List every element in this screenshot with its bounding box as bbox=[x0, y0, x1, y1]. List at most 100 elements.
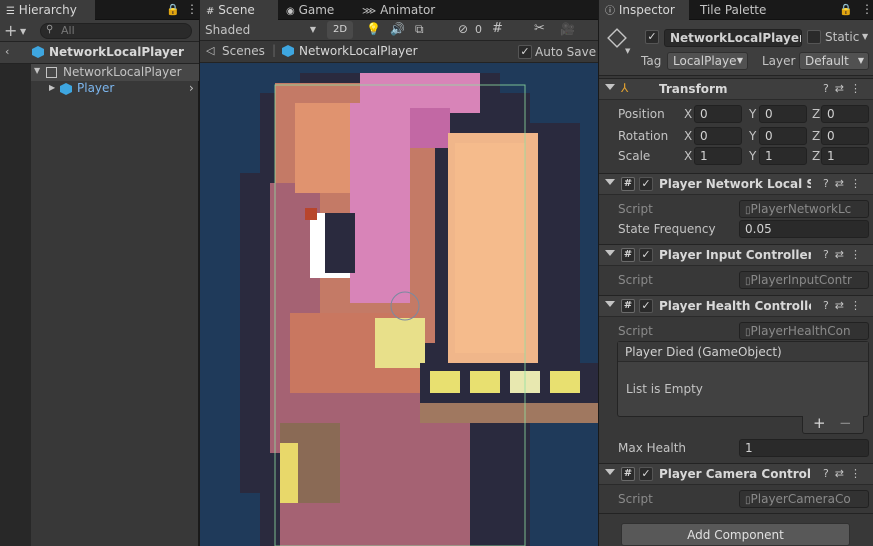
position-y-field[interactable]: 0 bbox=[759, 105, 807, 123]
add-event-button[interactable]: + bbox=[813, 414, 826, 432]
more-menu-icon[interactable]: ⋮ bbox=[861, 2, 873, 16]
chevron-down-icon[interactable]: ▼ bbox=[34, 66, 40, 75]
state-frequency-label: State Frequency bbox=[618, 222, 716, 236]
lock-icon[interactable]: 🔒 bbox=[166, 3, 180, 16]
enabled-checkbox[interactable]: ✓ bbox=[639, 467, 653, 481]
tab-hierarchy[interactable]: ☰ Hierarchy bbox=[0, 0, 95, 20]
tree-item-root[interactable]: ▼ NetworkLocalPlayer bbox=[31, 64, 199, 81]
state-frequency-field[interactable]: 0.05 bbox=[739, 220, 869, 238]
script-field[interactable]: ▯PlayerInputContr bbox=[739, 271, 869, 289]
tab-tile-palette[interactable]: Tile Palette bbox=[694, 0, 784, 20]
unity-event-box: Player Died (GameObject) List is Empty bbox=[617, 341, 869, 417]
chevron-down-icon: ▼ bbox=[857, 56, 864, 65]
camera-icon[interactable]: 🎥 bbox=[560, 22, 575, 36]
lock-icon[interactable]: 🔒 bbox=[839, 3, 853, 16]
back-arrow-icon[interactable]: ‹ bbox=[5, 45, 9, 58]
position-x-field[interactable]: 0 bbox=[694, 105, 742, 123]
component-actions[interactable]: ?⇄⋮ bbox=[823, 248, 867, 261]
component-actions[interactable]: ?⇄⋮ bbox=[823, 299, 867, 312]
chevron-right-icon[interactable]: ▶ bbox=[49, 83, 55, 92]
auto-save-checkbox[interactable]: ✓ bbox=[518, 45, 532, 59]
tab-animator[interactable]: ⋙ Animator bbox=[356, 0, 446, 20]
static-label: Static bbox=[825, 30, 860, 44]
scale-z-field[interactable]: 1 bbox=[821, 147, 869, 165]
layer-dropdown[interactable]: Default ▼ bbox=[799, 52, 869, 70]
foldout-arrow-icon[interactable] bbox=[605, 84, 615, 90]
mode-2d-toggle[interactable]: 2D bbox=[327, 21, 353, 39]
component-actions[interactable]: ?⇄⋮ bbox=[823, 467, 867, 480]
script-icon: # bbox=[621, 248, 635, 262]
prefab-icon bbox=[32, 46, 44, 58]
foldout-arrow-icon[interactable] bbox=[605, 250, 615, 256]
animator-icon: ⋙ bbox=[362, 6, 377, 17]
script-label: Script bbox=[618, 492, 653, 506]
position-label: Position bbox=[618, 107, 665, 121]
remove-event-button[interactable]: − bbox=[839, 414, 852, 432]
create-button[interactable]: + ▼ bbox=[4, 21, 26, 40]
search-input[interactable]: ⚲ All bbox=[40, 23, 192, 39]
transform-header[interactable]: ⅄ Transform ?⇄⋮ bbox=[599, 78, 873, 100]
scene-view[interactable] bbox=[200, 63, 598, 546]
prefab-icon bbox=[282, 45, 294, 57]
chevron-down-icon: ▼ bbox=[736, 56, 743, 65]
axis-z-label: Z bbox=[812, 149, 821, 163]
lighting-icon[interactable]: 💡 bbox=[366, 22, 381, 36]
inspector-divider bbox=[599, 513, 873, 514]
tag-label: Tag bbox=[641, 54, 662, 68]
tree-panel-left-gutter bbox=[0, 64, 31, 546]
add-component-button[interactable]: Add Component bbox=[621, 523, 850, 546]
foldout-arrow-icon[interactable] bbox=[605, 179, 615, 185]
rotation-y-field[interactable]: 0 bbox=[759, 127, 807, 145]
breadcrumb-scenes[interactable]: Scenes bbox=[222, 44, 265, 58]
script-field[interactable]: ▯PlayerCameraCo bbox=[739, 490, 869, 508]
gizmo-count: 0 bbox=[475, 23, 482, 36]
component-header-camera-controller[interactable]: # ✓ Player Camera Controller ?⇄⋮ bbox=[599, 463, 873, 485]
script-field[interactable]: ▯PlayerHealthCon bbox=[739, 322, 869, 340]
breadcrumb-object[interactable]: NetworkLocalPlayer bbox=[299, 44, 418, 58]
grid-snap-icon[interactable]: # bbox=[492, 21, 503, 36]
component-header-health-controller[interactable]: # ✓ Player Health Controller (S ?⇄⋮ bbox=[599, 295, 873, 317]
foldout-arrow-icon[interactable] bbox=[605, 301, 615, 307]
max-health-field[interactable]: 1 bbox=[739, 439, 869, 457]
chevron-down-icon[interactable]: ▼ bbox=[862, 32, 868, 41]
script-icon: # bbox=[621, 299, 635, 313]
foldout-arrow-icon[interactable] bbox=[605, 469, 615, 475]
rotation-z-field[interactable]: 0 bbox=[821, 127, 869, 145]
rotation-x-field[interactable]: 0 bbox=[694, 127, 742, 145]
script-label: Script bbox=[618, 324, 653, 338]
scale-y-field[interactable]: 1 bbox=[759, 147, 807, 165]
tree-item-player[interactable]: ▶ Player › bbox=[31, 81, 199, 98]
tab-scene[interactable]: # Scene bbox=[200, 0, 278, 20]
enabled-checkbox[interactable]: ✓ bbox=[639, 177, 653, 191]
layer-label: Layer bbox=[762, 54, 796, 68]
scale-x-field[interactable]: 1 bbox=[694, 147, 742, 165]
effects-icon[interactable]: ⧉ bbox=[415, 22, 424, 37]
info-icon: ⓘ bbox=[605, 6, 615, 17]
object-name-field[interactable]: NetworkLocalPlayer bbox=[664, 29, 802, 47]
chevron-down-icon[interactable]: ▼ bbox=[625, 47, 630, 55]
chevron-right-icon[interactable]: › bbox=[189, 81, 194, 95]
enabled-checkbox[interactable]: ✓ bbox=[639, 248, 653, 262]
search-icon: ⚲ bbox=[46, 24, 54, 35]
tools-icon[interactable]: ✂ bbox=[534, 21, 545, 36]
enabled-checkbox[interactable]: ✓ bbox=[639, 299, 653, 313]
tab-game[interactable]: ◉ Game bbox=[280, 0, 354, 20]
script-label: Script bbox=[618, 273, 653, 287]
scene-panel: # Scene ◉ Game ⋙ Animator Shaded ▼ 2D 💡 … bbox=[200, 0, 598, 546]
tag-dropdown[interactable]: LocalPlaye ▼ bbox=[667, 52, 748, 70]
component-actions[interactable]: ?⇄⋮ bbox=[823, 82, 867, 95]
more-menu-icon[interactable]: ⋮ bbox=[186, 2, 198, 16]
component-actions[interactable]: ?⇄⋮ bbox=[823, 177, 867, 190]
audio-icon[interactable]: 🔊 bbox=[390, 22, 405, 36]
character-sprite bbox=[240, 73, 598, 546]
gamepad-icon: ◉ bbox=[286, 6, 295, 17]
shading-mode-dropdown[interactable]: Shaded ▼ bbox=[200, 20, 320, 40]
component-header-input-controller[interactable]: # ✓ Player Input Controller (Sc ?⇄⋮ bbox=[599, 244, 873, 266]
active-checkbox[interactable]: ✓ bbox=[645, 30, 659, 44]
position-z-field[interactable]: 0 bbox=[821, 105, 869, 123]
static-checkbox[interactable] bbox=[807, 30, 821, 44]
tab-inspector[interactable]: ⓘ Inspector bbox=[599, 0, 689, 20]
script-field[interactable]: ▯PlayerNetworkLc bbox=[739, 200, 869, 218]
component-header-network-sync[interactable]: # ✓ Player Network Local Syn ?⇄⋮ bbox=[599, 173, 873, 195]
visibility-icon[interactable]: ⊘ bbox=[458, 22, 468, 36]
